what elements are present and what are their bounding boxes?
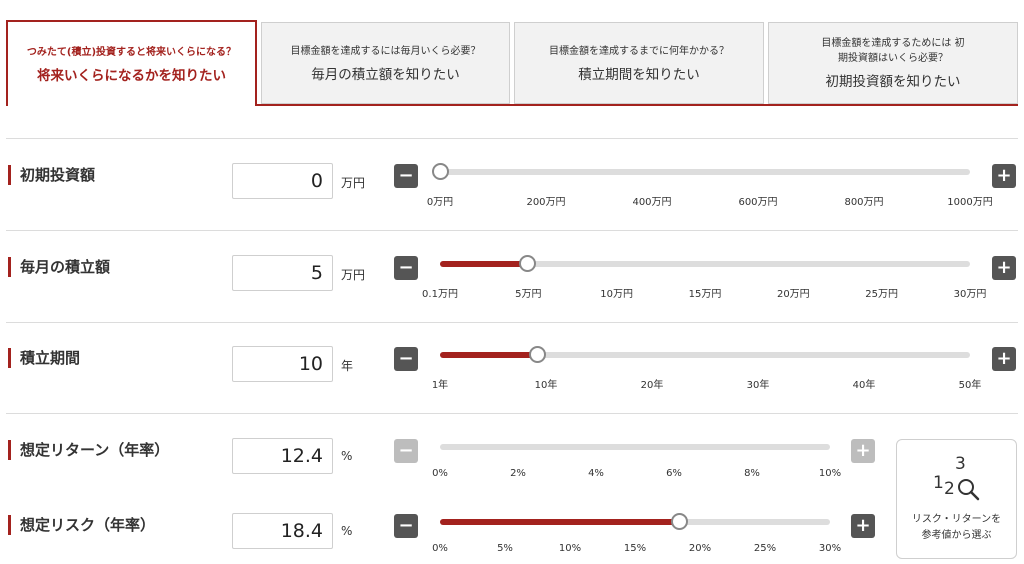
slider-tick-label: 20年 <box>640 380 664 391</box>
period-plus-button[interactable]: + <box>992 347 1016 371</box>
slider-tick-label: 200万円 <box>526 197 566 208</box>
slider-tick-label: 30% <box>818 543 842 554</box>
monthly-amount-label: 毎月の積立額 <box>8 257 110 277</box>
slider-tick-label: 20% <box>688 543 712 554</box>
monthly-amount-minus-button[interactable]: − <box>394 256 418 280</box>
divider <box>6 138 1018 139</box>
slider-tick-label: 10% <box>818 468 842 479</box>
initial-investment-minus-button[interactable]: − <box>394 164 418 188</box>
expected-risk-minus-button[interactable]: − <box>394 514 418 538</box>
reference-text: リスク・リターンを 参考値から選ぶ <box>897 512 1016 544</box>
expected-risk-slider[interactable] <box>440 513 830 530</box>
initial-investment-label: 初期投資額 <box>8 165 95 185</box>
divider <box>6 230 1018 231</box>
reference-line2: 参考値から選ぶ <box>921 530 992 541</box>
numeral: 2 <box>944 479 955 499</box>
slider-knob[interactable] <box>671 513 689 530</box>
expected-return-label: 想定リターン（年率） <box>8 440 169 460</box>
tab-sub-label: 目標金額を達成するためには 初期投資額はいくら必要？ <box>821 38 965 64</box>
slider-tick-label: 10年 <box>534 380 558 391</box>
tab-main-label: 積立期間を知りたい <box>578 66 700 83</box>
numeral: 1 <box>933 473 944 493</box>
slider-tick-label: 1年 <box>431 380 449 391</box>
slider-tick-label: 0% <box>432 543 448 554</box>
slider-tick-label: 5万円 <box>515 289 542 300</box>
slider-tick-label: 25% <box>753 543 777 554</box>
monthly-amount-slider[interactable] <box>440 255 970 272</box>
slider-tick-label: 1000万円 <box>947 197 993 208</box>
initial-investment-slider[interactable] <box>432 163 970 180</box>
slider-tick-label: 0万円 <box>426 197 454 208</box>
slider-tick-label: 5% <box>497 543 513 554</box>
period-input[interactable]: 10 <box>232 346 333 382</box>
slider-tick-label: 20万円 <box>776 289 810 300</box>
period-unit: 年 <box>341 359 354 373</box>
mode-tabs: つみたて(積立)投資すると将来いくらになる？ 将来いくらになるかを知りたい 目標… <box>6 20 1018 106</box>
slider-tick-label: 400万円 <box>632 197 672 208</box>
tab-main-label: 初期投資額を知りたい <box>825 74 961 90</box>
expected-return-unit: % <box>341 449 353 463</box>
risk-return-reference-button[interactable]: 1 2 3 リスク・リターンを 参考値から選ぶ <box>896 439 1017 559</box>
tab-future-value[interactable]: つみたて(積立)投資すると将来いくらになる？ 将来いくらになるかを知りたい <box>6 20 257 106</box>
reference-line1: リスク・リターンを <box>911 514 1002 525</box>
slider-tick-label: 8% <box>744 468 760 479</box>
slider-tick-label: 600万円 <box>738 197 778 208</box>
monthly-amount-plus-button[interactable]: + <box>992 256 1016 280</box>
tab-main-label: 毎月の積立額を知りたい <box>311 66 460 83</box>
expected-return-minus-button[interactable]: − <box>394 439 418 463</box>
slider-tick-label: 50年 <box>958 380 982 391</box>
slider-tick-label: 10% <box>558 543 582 554</box>
numeral: 3 <box>955 454 966 474</box>
tab-period[interactable]: 目標金額を達成するまでに何年かかる？ 積立期間を知りたい <box>514 22 764 104</box>
slider-tick-label: 15% <box>623 543 647 554</box>
period-slider[interactable] <box>440 346 970 363</box>
tab-initial-investment[interactable]: 目標金額を達成するためには 初期投資額はいくら必要？ 初期投資額を知りたい <box>768 22 1018 104</box>
tab-sub-label: 目標金額を達成するまでに何年かかる？ <box>549 45 729 57</box>
expected-risk-unit: % <box>341 524 353 538</box>
expected-return-input[interactable]: 12.4 <box>232 438 333 474</box>
initial-investment-unit: 万円 <box>341 176 366 190</box>
expected-risk-input[interactable]: 18.4 <box>232 513 333 549</box>
expected-risk-label: 想定リスク（年率） <box>8 515 155 535</box>
divider <box>6 413 1018 414</box>
slider-fill <box>440 519 680 525</box>
slider-tick-label: 15万円 <box>688 289 722 300</box>
monthly-amount-unit: 万円 <box>341 268 366 282</box>
magnifier-numbers-icon: 1 2 3 <box>933 454 980 501</box>
expected-return-plus-button[interactable]: + <box>851 439 875 463</box>
slider-knob[interactable] <box>518 255 536 272</box>
slider-knob[interactable] <box>529 346 547 363</box>
expected-return-slider[interactable] <box>440 444 830 450</box>
period-label: 積立期間 <box>8 348 80 368</box>
monthly-amount-input[interactable]: 5 <box>232 255 333 291</box>
expected-risk-plus-button[interactable]: + <box>851 514 875 538</box>
divider <box>6 322 1018 323</box>
slider-fill <box>440 261 527 267</box>
slider-tick-label: 4% <box>588 468 604 479</box>
slider-tick-label: 6% <box>666 468 682 479</box>
slider-tick-label: 0.1万円 <box>422 289 458 300</box>
slider-tick-label: 800万円 <box>844 197 884 208</box>
slider-tick-label: 30万円 <box>953 289 987 300</box>
slider-knob[interactable] <box>432 163 449 180</box>
slider-tick-label: 0% <box>432 468 448 479</box>
slider-tick-label: 2% <box>510 468 526 479</box>
slider-tick-label: 40年 <box>852 380 876 391</box>
initial-investment-plus-button[interactable]: + <box>992 164 1016 188</box>
slider-tick-label: 25万円 <box>865 289 899 300</box>
tab-main-label: 将来いくらになるかを知りたい <box>37 67 226 84</box>
tab-sub-label: 目標金額を達成するには毎月いくら必要？ <box>290 45 481 57</box>
tab-sub-label: つみたて(積立)投資すると将来いくらになる？ <box>26 46 237 58</box>
tab-monthly-amount[interactable]: 目標金額を達成するには毎月いくら必要？ 毎月の積立額を知りたい <box>261 22 510 104</box>
period-minus-button[interactable]: − <box>394 347 418 371</box>
slider-fill <box>440 352 538 358</box>
slider-tick-label: 30年 <box>746 380 770 391</box>
slider-tick-label: 10万円 <box>600 289 634 300</box>
initial-investment-input[interactable]: 0 <box>232 163 333 199</box>
